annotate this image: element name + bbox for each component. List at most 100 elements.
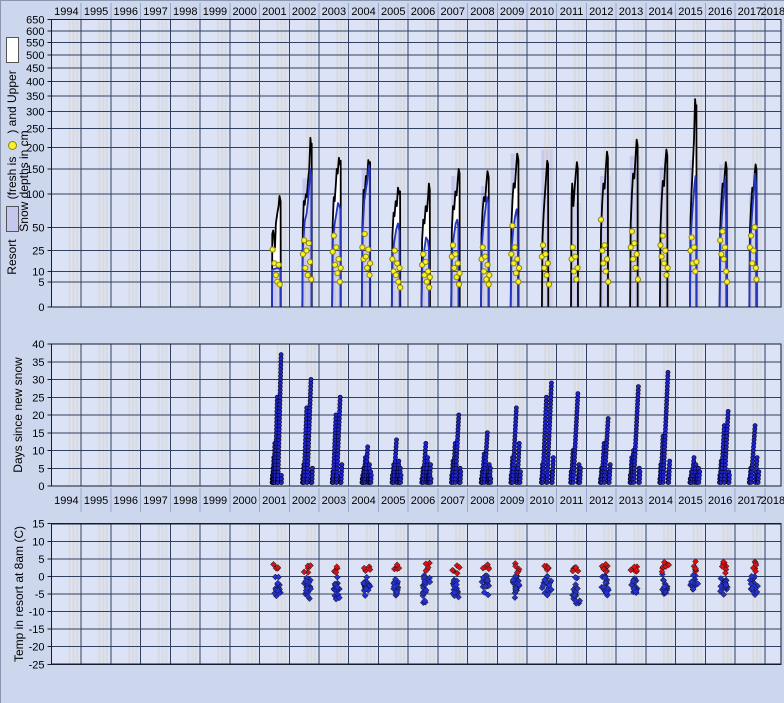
month-stripe [670,20,672,308]
year-label: 1998 [173,6,197,18]
month-stripe [68,20,70,308]
month-stripe [195,20,197,308]
days-dot [426,456,430,460]
fresh-snow-dot [722,245,727,250]
days-dot [457,413,461,417]
y-tick-label: 0 [38,302,44,314]
y-tick-label: 5 [38,277,44,289]
fresh-snow-dot [751,248,756,253]
y-tick-label: 10 [32,536,44,548]
fresh-snow-dot [629,229,634,234]
y-tick-label: 0 [38,571,44,583]
fresh-snow-dot [363,254,368,259]
month-stripe [314,20,316,308]
fresh-snow-dot [634,252,639,257]
fresh-snow-dot [335,271,340,276]
snow-history-chart: 0510255010015020025030035040045050055060… [0,0,784,703]
chart-canvas: 0510255010015020025030035040045050055060… [1,1,784,703]
days-dot [576,392,580,396]
y-tick-label: 50 [32,222,44,234]
month-stripe [492,20,494,308]
fresh-snow-dot [606,279,611,284]
fresh-snow-dot [337,279,342,284]
days-dot [551,456,555,460]
fresh-snow-dot [362,231,367,236]
days-dot [578,466,582,470]
month-stripe [284,20,286,308]
fresh-snow-dot [457,271,462,276]
fresh-snow-dot [720,229,725,234]
fresh-snow-dot [724,269,729,274]
month-stripe [217,20,219,308]
month-stripe [581,20,583,308]
fresh-snow-dot [509,252,514,257]
year-label: 2006 [411,6,435,18]
year-label: 1996 [114,495,138,507]
year-label: 1995 [84,6,108,18]
fresh-snow-dot [455,261,460,266]
year-label: 2016 [708,495,732,507]
fresh-snow-dot [753,265,758,270]
days-dot [399,473,403,477]
fresh-snow-dot [665,265,670,270]
month-stripe [254,20,256,308]
fresh-snow-dot [366,247,371,252]
month-stripe [72,20,74,308]
y-tick-label: 15 [32,428,44,440]
month-stripe [158,20,160,308]
days-dot [340,463,344,467]
days-dot [488,466,492,470]
days-dot [608,463,612,467]
year-label: 1999 [203,495,227,507]
y-tick-label: 650 [26,15,44,27]
year-label: 2011 [560,495,584,507]
fresh-snow-dot [631,257,636,262]
fresh-snow-dot [632,241,637,246]
fresh-snow-dot [398,285,403,290]
year-label: 2003 [322,495,346,507]
year-label: 2004 [351,495,375,507]
y-tick-label: 5 [38,463,44,475]
fresh-snow-dot [513,271,518,276]
days-dot [638,470,642,474]
year-label: 2008 [470,495,494,507]
fresh-snow-dot [332,262,337,267]
month-stripe [187,20,189,308]
year-label: 2002 [292,6,316,18]
year-label: 2012 [589,6,613,18]
month-stripe [722,20,724,308]
year-label: 2004 [351,6,375,18]
y-tick-label: 0 [38,481,44,493]
y-tick-label: 30 [32,375,44,387]
days-dot [698,470,702,474]
temp-axis-title: Temp in resort at 8am (C) [10,444,28,703]
fresh-snow-dot [689,235,694,240]
fresh-snow-dot [660,233,665,238]
fresh-snow-dot [397,265,402,270]
fresh-snow-dot [516,265,521,270]
days-dot [544,395,548,399]
fresh-snow-dot [545,261,550,266]
year-label: 2014 [649,495,673,507]
month-stripe [76,20,78,308]
year-label: 1995 [84,495,108,507]
days-dot [517,441,521,445]
fresh-snow-dot [330,249,335,254]
fresh-snow-dot [485,262,490,267]
y-tick-label: 15 [32,519,44,531]
fresh-snow-dot [543,252,548,257]
fresh-snow-dot [718,238,723,243]
fresh-snow-dot [423,259,428,264]
fresh-snow-dot [303,265,308,270]
y-tick-label: -20 [29,642,45,654]
days-dot [459,470,463,474]
fresh-snow-dot [721,257,726,262]
month-stripe [462,20,464,308]
days-dot [485,431,489,435]
year-label: 2001 [262,6,286,18]
days-dot [489,477,493,481]
y-tick-label: 40 [32,339,44,351]
fresh-snow-dot [659,254,664,259]
days-dot [279,477,283,481]
month-stripe [343,20,345,308]
